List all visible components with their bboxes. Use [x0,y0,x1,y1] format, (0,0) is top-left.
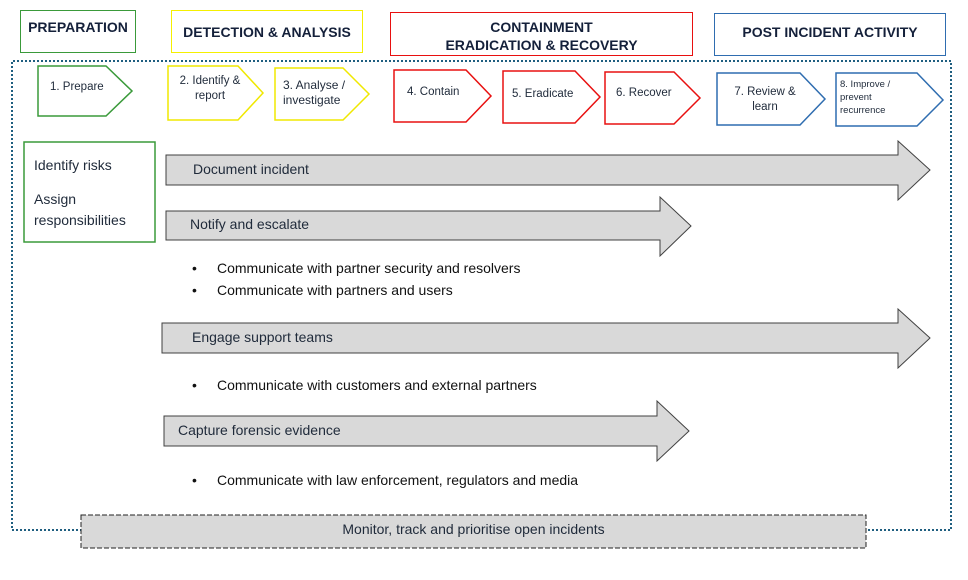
step-label-4: 4. Contain [407,86,460,98]
phase-post-incident: POST INCIDENT ACTIVITY [714,13,946,56]
phase-containment: CONTAINMENT ERADICATION & RECOVERY [390,12,693,56]
diagram-shapes [11,60,952,549]
incident-lifecycle-diagram: PREPARATION DETECTION & ANALYSIS CONTAIN… [0,0,968,580]
bullet-item: Communicate with partners and users [192,282,453,298]
step-label-8: 8. Improve / prevent recurrence [840,79,891,116]
step-label-3: 3. Analyse / investigate [283,78,346,107]
bullet-item: Communicate with partner security and re… [192,260,521,276]
phase-detection-analysis: DETECTION & ANALYSIS [171,10,363,53]
prep-assign-responsibilities: Assign responsibilities [34,191,126,228]
step-label-7: 7. Review & learn [734,86,796,113]
activity-document-incident: Document incident [193,161,309,177]
prep-identify-risks: Identify risks [34,157,112,173]
phase-containment-line1: CONTAINMENT [490,19,593,35]
phase-containment-line2: ERADICATION & RECOVERY [445,37,638,53]
monitor-label: Monitor, track and prioritise open incid… [342,521,605,537]
activity-notify-escalate: Notify and escalate [190,216,310,232]
bullet-item: Communicate with customers and external … [192,377,537,393]
phase-preparation: PREPARATION [20,10,136,53]
step-label-6: 6. Recover [616,87,672,99]
lifecycle-container [11,60,952,531]
activity-capture-forensic: Capture forensic evidence [178,422,341,438]
step-label-5: 5. Eradicate [512,88,574,100]
step-label-1: 1. Prepare [50,81,104,93]
step-label-2: 2. Identify & report [179,75,241,102]
bullet-item: Communicate with law enforcement, regula… [192,472,578,488]
activity-engage-support: Engage support teams [192,329,333,345]
